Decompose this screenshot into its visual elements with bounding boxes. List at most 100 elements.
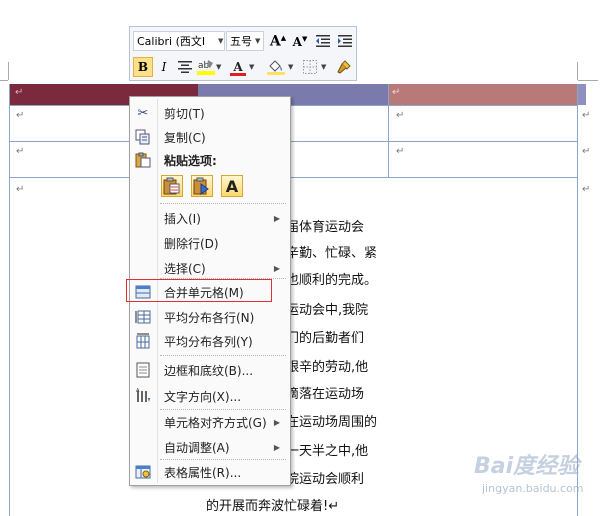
page-corner-mark bbox=[0, 80, 8, 81]
paragraph-mark: ↵ bbox=[16, 146, 25, 157]
borders-shading-icon bbox=[135, 362, 151, 378]
font-size-value: 五号 bbox=[230, 35, 252, 48]
body-text-line: 在运动场周围的 bbox=[286, 415, 378, 430]
format-painter-icon bbox=[337, 60, 351, 74]
menu-separator bbox=[160, 409, 286, 410]
paste-text-only-button[interactable]: A bbox=[221, 175, 243, 197]
table-border bbox=[9, 141, 578, 142]
submenu-arrow-icon: ▶ bbox=[273, 442, 280, 452]
center-align-button[interactable] bbox=[176, 57, 194, 77]
body-text-line: 院运动会顺利 bbox=[286, 472, 365, 487]
paste-text-only-icon: A bbox=[225, 176, 239, 196]
body-text-line: 届体育运动会 bbox=[286, 220, 365, 235]
paragraph-mark: ↵ bbox=[16, 110, 25, 121]
body-text-line: 一天半之中,他 bbox=[286, 444, 369, 459]
mini-toolbar: Calibri (西文I ▼ 五号 ▼ A▲ A▼ B I ab ▼ A ▼ ▼… bbox=[129, 26, 357, 81]
bold-icon: B bbox=[137, 60, 149, 74]
menu-item-delete-row[interactable]: 删除行(D) bbox=[130, 232, 290, 254]
distribute-rows-icon bbox=[135, 309, 151, 325]
menu-item-label: 文字方向(X)... bbox=[164, 389, 242, 404]
menu-item-label: 单元格对齐方式(G) bbox=[164, 415, 267, 430]
menu-item-borders-shading[interactable]: 边框和底纹(B)... bbox=[130, 359, 290, 381]
body-text-line: 艰辛的劳动,他 bbox=[286, 360, 369, 375]
table-border bbox=[9, 177, 578, 178]
borders-button[interactable]: ▼ bbox=[302, 57, 330, 77]
header-cell-3[interactable]: ↵ bbox=[388, 84, 578, 105]
paste-keep-formatting-button[interactable] bbox=[161, 175, 183, 197]
paragraph-mark: ↵ bbox=[396, 146, 405, 157]
menu-item-distribute-rows[interactable]: 平均分布各行(N) bbox=[130, 306, 290, 328]
increase-indent-button[interactable] bbox=[335, 31, 355, 51]
menu-item-autofit[interactable]: 自动调整(A) ▶ bbox=[130, 436, 290, 458]
submenu-arrow-icon: ▶ bbox=[273, 213, 280, 223]
menu-separator bbox=[160, 459, 286, 460]
font-size-combo[interactable]: 五号 ▼ bbox=[226, 31, 264, 51]
italic-icon: I bbox=[161, 60, 167, 74]
format-painter-button[interactable] bbox=[334, 57, 354, 77]
page-corner-mark bbox=[8, 62, 9, 80]
italic-button[interactable]: I bbox=[155, 57, 173, 77]
shrink-font-button[interactable]: A▼ bbox=[290, 31, 310, 51]
page-corner-mark bbox=[577, 62, 578, 80]
scissors-icon: ✂ bbox=[137, 105, 149, 121]
body-text-line: 门的后勤者们 bbox=[286, 331, 365, 346]
merge-cells-highlight-box bbox=[126, 279, 272, 302]
menu-item-label: 边框和底纹(B)... bbox=[164, 363, 254, 378]
font-name-combo[interactable]: Calibri (西文I ▼ bbox=[133, 31, 225, 51]
copy-icon bbox=[135, 129, 151, 145]
table-properties-icon bbox=[135, 464, 151, 480]
shading-button[interactable]: ▼ bbox=[267, 57, 297, 77]
submenu-arrow-icon: ▶ bbox=[273, 263, 280, 273]
borders-icon bbox=[303, 60, 317, 74]
font-name-value: Calibri (西文I bbox=[137, 35, 206, 48]
menu-item-text-direction[interactable]: A 文字方向(X)... bbox=[130, 385, 290, 407]
bold-button[interactable]: B bbox=[133, 57, 153, 77]
paragraph-mark: ↵ bbox=[15, 87, 24, 98]
menu-item-select[interactable]: 选择(C) ▶ bbox=[130, 257, 290, 279]
body-text-line: 运动会中,我院 bbox=[286, 303, 369, 318]
submenu-arrow-icon: ▶ bbox=[273, 417, 280, 427]
grow-font-button[interactable]: A▲ bbox=[268, 31, 288, 51]
menu-item-label: 平均分布各列(Y) bbox=[164, 334, 253, 349]
menu-item-copy[interactable]: 复制(C) bbox=[130, 126, 290, 148]
menu-item-insert[interactable]: 插入(I) ▶ bbox=[130, 207, 290, 229]
paragraph-mark: ↵ bbox=[392, 87, 401, 98]
watermark-url: jingyan.baidu.com bbox=[482, 482, 584, 495]
menu-item-distribute-columns[interactable]: 平均分布各列(Y) bbox=[130, 330, 290, 352]
highlight-button[interactable]: ab ▼ bbox=[197, 57, 225, 77]
decrease-indent-icon bbox=[316, 35, 330, 47]
chevron-down-icon: ▼ bbox=[288, 63, 294, 71]
menu-separator bbox=[160, 355, 286, 356]
paragraph-mark: ↵ bbox=[396, 110, 405, 121]
menu-item-table-properties[interactable]: 表格属性(R)... bbox=[130, 461, 290, 483]
menu-item-label: 平均分布各行(N) bbox=[164, 310, 255, 325]
menu-item-cell-alignment[interactable]: 单元格对齐方式(G) ▶ bbox=[130, 411, 290, 433]
chevron-down-icon: ▼ bbox=[249, 63, 255, 71]
paragraph-mark: ↵ bbox=[582, 184, 591, 195]
chevron-down-icon: ▼ bbox=[255, 37, 261, 45]
body-text-last-line: 的开展而奔波忙碌着!↵ bbox=[206, 499, 340, 514]
paragraph-mark: ↵ bbox=[16, 184, 25, 195]
menu-separator bbox=[160, 203, 286, 204]
highlight-icon: ab bbox=[197, 60, 215, 75]
baidu-jingyan-watermark: Bai度经验 jingyan.baidu.com bbox=[468, 448, 598, 508]
decrease-indent-button[interactable] bbox=[313, 31, 333, 51]
menu-item-label: 插入(I) bbox=[164, 211, 201, 226]
chevron-down-icon: ▼ bbox=[216, 63, 222, 71]
paste-icon bbox=[135, 152, 151, 168]
page-corner-mark bbox=[578, 80, 598, 81]
menu-item-label: 复制(C) bbox=[164, 130, 206, 145]
body-text-line: 辛勤、忙碌、紧 bbox=[286, 246, 378, 261]
chevron-down-icon: ▼ bbox=[218, 37, 224, 45]
menu-item-cut[interactable]: ✂ 剪切(T) bbox=[130, 102, 290, 124]
paste-merge-formatting-button[interactable] bbox=[191, 175, 213, 197]
menu-item-label: 自动调整(A) bbox=[164, 440, 230, 455]
grow-font-icon: A▲ bbox=[269, 32, 287, 50]
svg-text:A: A bbox=[136, 388, 140, 394]
watermark-brand: Bai度经验 bbox=[474, 454, 580, 479]
distribute-columns-icon bbox=[135, 333, 151, 349]
shading-icon bbox=[267, 60, 285, 75]
font-color-button[interactable]: A ▼ bbox=[230, 57, 260, 77]
paste-options-heading: 粘贴选项: bbox=[164, 153, 217, 168]
table-border bbox=[388, 84, 389, 178]
